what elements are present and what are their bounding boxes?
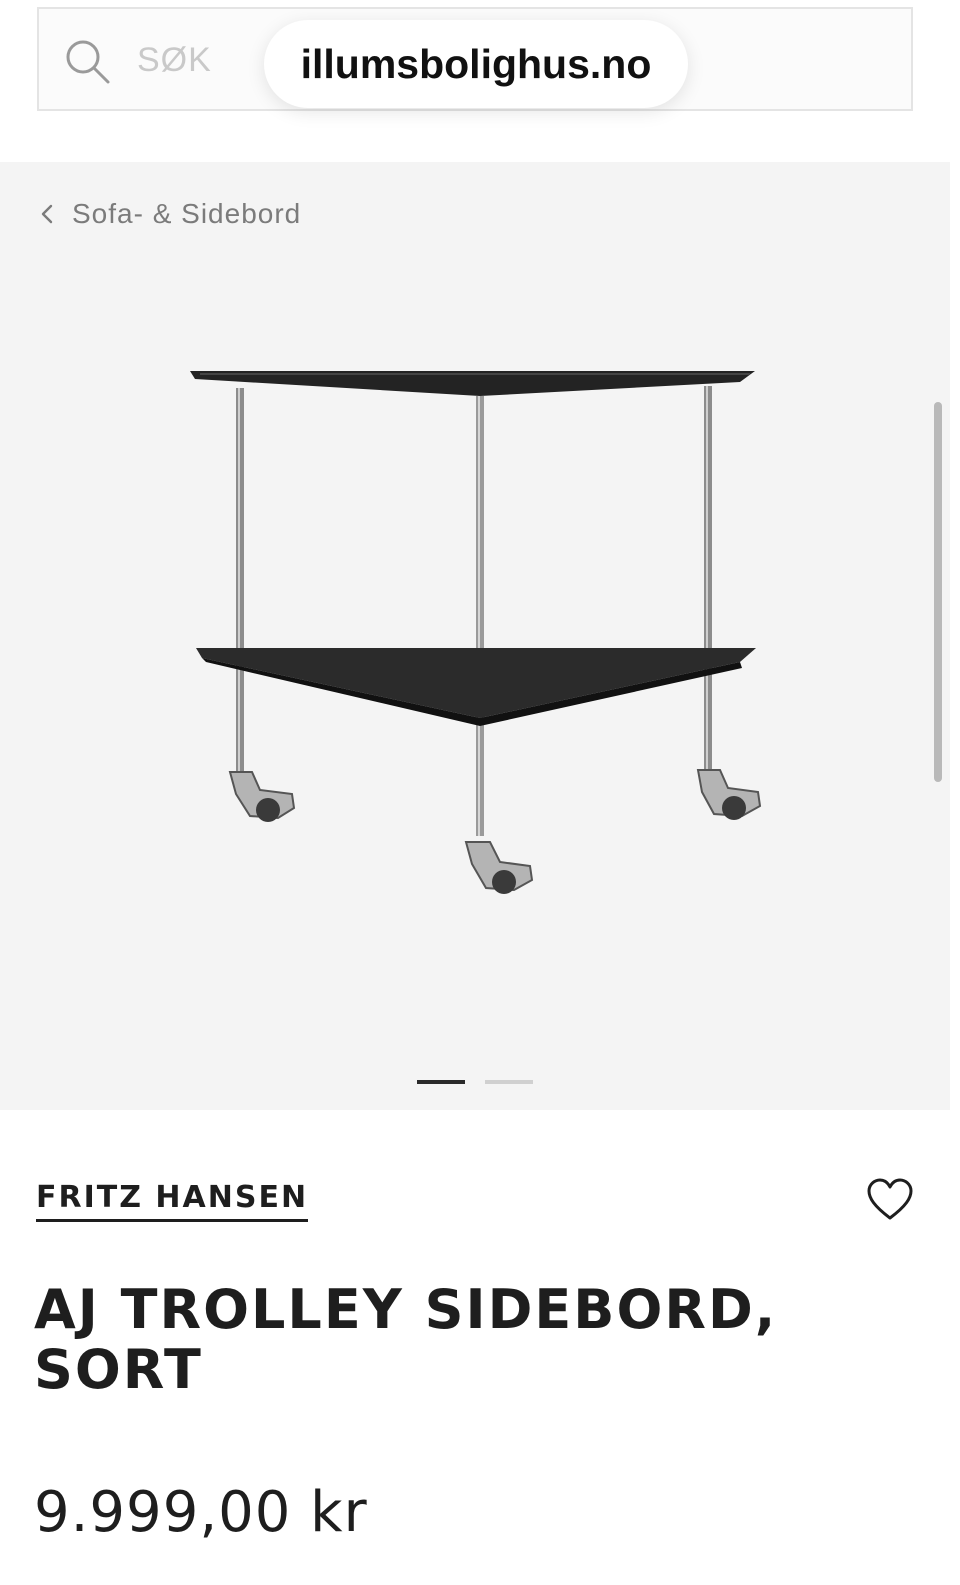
product-title: AJ TROLLEY SIDEBORD, SORT	[34, 1280, 934, 1400]
product-title-line-1: AJ TROLLEY SIDEBORD,	[34, 1278, 778, 1341]
product-price: 9.999,00 kr	[34, 1480, 368, 1545]
product-gallery[interactable]: Sofa- & Sidebord	[0, 162, 950, 1110]
slide-indicator	[0, 1080, 950, 1086]
breadcrumb-label: Sofa- & Sidebord	[72, 198, 302, 229]
product-image	[190, 371, 762, 894]
product-title-line-2: SORT	[34, 1338, 203, 1401]
search-input[interactable]: SØK	[137, 41, 212, 80]
url-bar[interactable]: illumsbolighus.no	[264, 20, 688, 108]
slide-dot-2[interactable]	[485, 1080, 533, 1084]
slide-dot-1[interactable]	[417, 1080, 465, 1084]
gallery-scrollbar[interactable]	[934, 402, 942, 782]
brand-link[interactable]: FRITZ HANSEN	[36, 1180, 309, 1222]
heart-icon[interactable]	[866, 1178, 914, 1222]
breadcrumb[interactable]: Sofa- & Sidebord	[38, 198, 301, 230]
chevron-left-icon	[41, 204, 53, 224]
top-bar: SØK illumsbolighus.no	[0, 0, 960, 162]
search-icon	[66, 40, 110, 84]
